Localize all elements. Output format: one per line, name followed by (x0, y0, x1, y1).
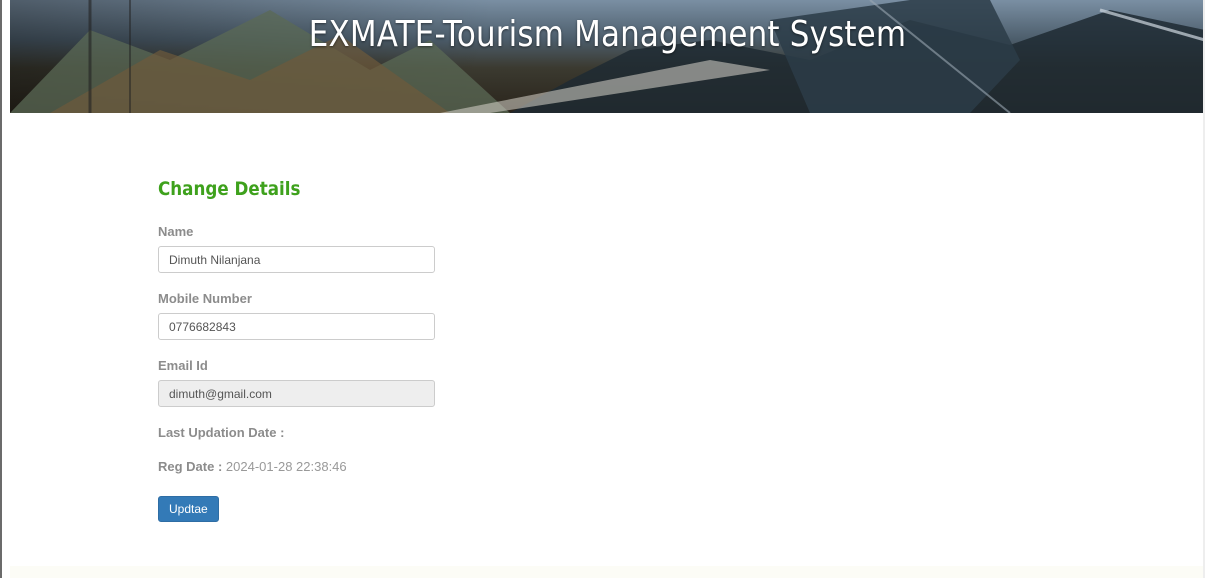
footer-strip (10, 566, 1205, 578)
reg-date-label: Reg Date : (158, 459, 223, 474)
email-id-label: Email Id (158, 358, 208, 373)
reg-date-value: 2024-01-28 22:38:46 (225, 459, 347, 474)
mobile-number-input[interactable] (158, 313, 435, 340)
change-details-form: Change Details Name Mobile Number Email … (158, 175, 448, 522)
name-label: Name (158, 224, 194, 239)
page-frame: EXMATE-Tourism Management System Change … (0, 0, 1205, 578)
site-title: EXMATE-Tourism Management System (308, 14, 907, 55)
last-updation-date-label: Last Updation Date : (158, 425, 285, 440)
header-banner: EXMATE-Tourism Management System (10, 0, 1205, 113)
email-id-input[interactable] (158, 380, 435, 407)
mobile-number-label: Mobile Number (158, 291, 252, 306)
reg-date: Reg Date : 2024-01-28 22:38:46 (158, 458, 448, 476)
update-button[interactable]: Updtae (158, 496, 219, 522)
name-input[interactable] (158, 246, 435, 273)
last-updation-date: Last Updation Date : (158, 424, 448, 442)
form-heading: Change Details (158, 178, 301, 200)
